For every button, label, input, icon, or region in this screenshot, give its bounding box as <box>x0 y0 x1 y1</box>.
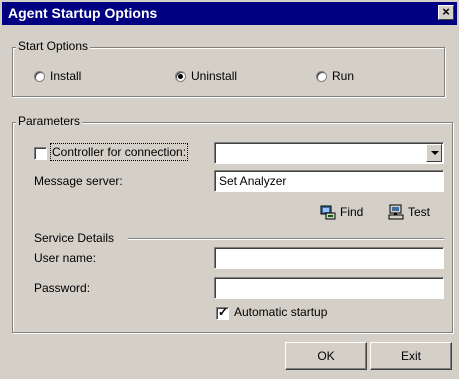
password-label: Password: <box>34 281 91 295</box>
user-name-input[interactable] <box>214 247 444 269</box>
radio-run-indicator[interactable] <box>316 71 327 82</box>
controller-label[interactable]: Controller for connection: <box>49 143 189 161</box>
controller-checkbox[interactable] <box>34 147 47 160</box>
check-mark-icon: ✓ <box>218 305 229 319</box>
user-name-label: User name: <box>34 251 97 265</box>
controller-select[interactable] <box>214 142 444 164</box>
start-options-legend: Start Options <box>16 39 91 53</box>
ok-button[interactable]: OK <box>285 342 367 370</box>
window-title: Agent Startup Options <box>8 5 158 21</box>
radio-run[interactable]: Run <box>316 69 396 84</box>
radio-install-label: Install <box>50 69 82 83</box>
radio-uninstall-indicator[interactable] <box>175 71 186 82</box>
parameters-legend: Parameters <box>16 114 83 128</box>
radio-install[interactable]: Install <box>34 69 114 84</box>
find-icon <box>320 204 336 223</box>
test-icon <box>388 204 404 223</box>
close-icon: × <box>442 4 450 19</box>
controller-dropdown-button[interactable] <box>426 144 442 162</box>
service-details-separator <box>128 238 444 240</box>
automatic-startup-checkbox[interactable]: ✓ <box>216 305 229 320</box>
service-details-label: Service Details <box>34 231 115 245</box>
radio-run-label: Run <box>332 69 355 83</box>
message-server-input[interactable]: Set Analyzer <box>214 170 444 192</box>
find-button[interactable]: Find <box>320 203 372 221</box>
radio-uninstall[interactable]: Uninstall <box>175 69 275 84</box>
find-label: Find <box>340 205 364 219</box>
radio-uninstall-label: Uninstall <box>191 69 238 83</box>
close-button[interactable]: × <box>438 5 454 20</box>
automatic-startup-label: Automatic startup <box>234 305 328 319</box>
radio-selected-dot <box>178 74 183 79</box>
test-label: Test <box>408 205 431 219</box>
chevron-down-icon <box>431 151 439 155</box>
test-button[interactable]: Test <box>388 203 440 221</box>
title-bar[interactable]: Agent Startup Options × <box>2 2 457 25</box>
message-server-label: Message server: <box>34 174 123 188</box>
radio-install-indicator[interactable] <box>34 71 45 82</box>
exit-button[interactable]: Exit <box>370 342 452 370</box>
password-input[interactable] <box>214 277 444 299</box>
